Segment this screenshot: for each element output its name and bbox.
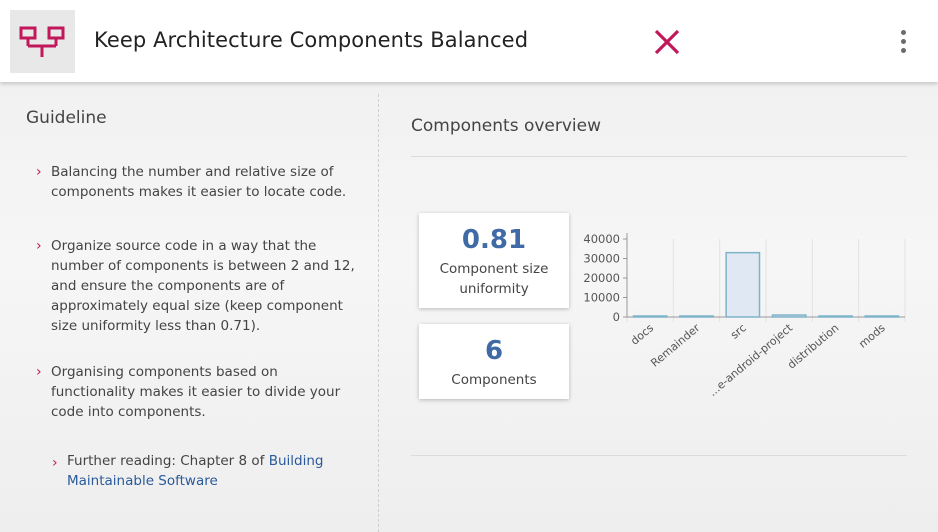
bar xyxy=(771,314,807,318)
y-tick-label: 20000 xyxy=(583,271,620,285)
close-button[interactable] xyxy=(650,26,682,58)
chevron-right-icon: › xyxy=(52,455,58,471)
bar xyxy=(632,315,668,318)
component-size-chart: 0 10000 20000 30000 40000 docsRemainder src...… xyxy=(583,232,906,399)
logo xyxy=(10,10,75,73)
x-tick-label: src xyxy=(728,321,749,341)
content-area: Guideline › Balancing the number and rel… xyxy=(0,82,938,532)
bar xyxy=(679,315,714,318)
guideline-heading: Guideline xyxy=(26,108,107,128)
overview-panel: Components overview 0.81 Component size … xyxy=(395,82,925,532)
guideline-item-text: Organising components based on functiona… xyxy=(51,364,341,420)
panel-divider xyxy=(378,94,379,532)
bar xyxy=(725,251,761,318)
metric-label: Component size uniformity xyxy=(439,261,549,297)
metric-value: 0.81 xyxy=(461,225,527,255)
x-tick-label: distribution xyxy=(785,321,841,371)
guideline-item-text: Balancing the number and relative size o… xyxy=(51,164,347,200)
bar xyxy=(864,315,900,318)
more-menu-button[interactable] xyxy=(893,30,913,56)
x-tick-label: ...e-android-project xyxy=(706,321,795,399)
y-tick-label: 30000 xyxy=(583,252,620,266)
metric-value: 6 xyxy=(484,336,504,366)
x-tick-label: docs xyxy=(628,321,656,348)
page-title: Keep Architecture Components Balanced xyxy=(94,28,529,52)
y-tick-label: 0 xyxy=(613,310,620,324)
guideline-item-text: Organize source code in a way that the n… xyxy=(51,238,355,334)
y-tick-label: 10000 xyxy=(583,291,620,305)
header-bar: Keep Architecture Components Balanced xyxy=(0,0,938,82)
guideline-panel: Guideline › Balancing the number and rel… xyxy=(0,82,378,532)
divider xyxy=(411,455,907,456)
metric-card-uniformity: 0.81 Component size uniformity xyxy=(419,213,569,308)
chevron-right-icon: › xyxy=(36,164,42,180)
component-diagram-icon xyxy=(19,26,65,57)
chevron-right-icon: › xyxy=(36,364,42,380)
metric-label: Components xyxy=(451,372,537,388)
overview-heading: Components overview xyxy=(411,116,602,136)
divider xyxy=(411,156,907,157)
y-tick-label: 40000 xyxy=(583,232,620,246)
metric-card-components: 6 Components xyxy=(419,324,569,399)
further-reading-text: Further reading: Chapter 8 of xyxy=(67,453,269,469)
chevron-right-icon: › xyxy=(36,238,42,254)
x-tick-label: mods xyxy=(856,321,888,351)
close-icon[interactable] xyxy=(650,26,682,58)
more-vertical-icon[interactable] xyxy=(900,30,906,35)
x-tick-label: Remainder xyxy=(648,321,702,370)
bar xyxy=(818,315,853,318)
